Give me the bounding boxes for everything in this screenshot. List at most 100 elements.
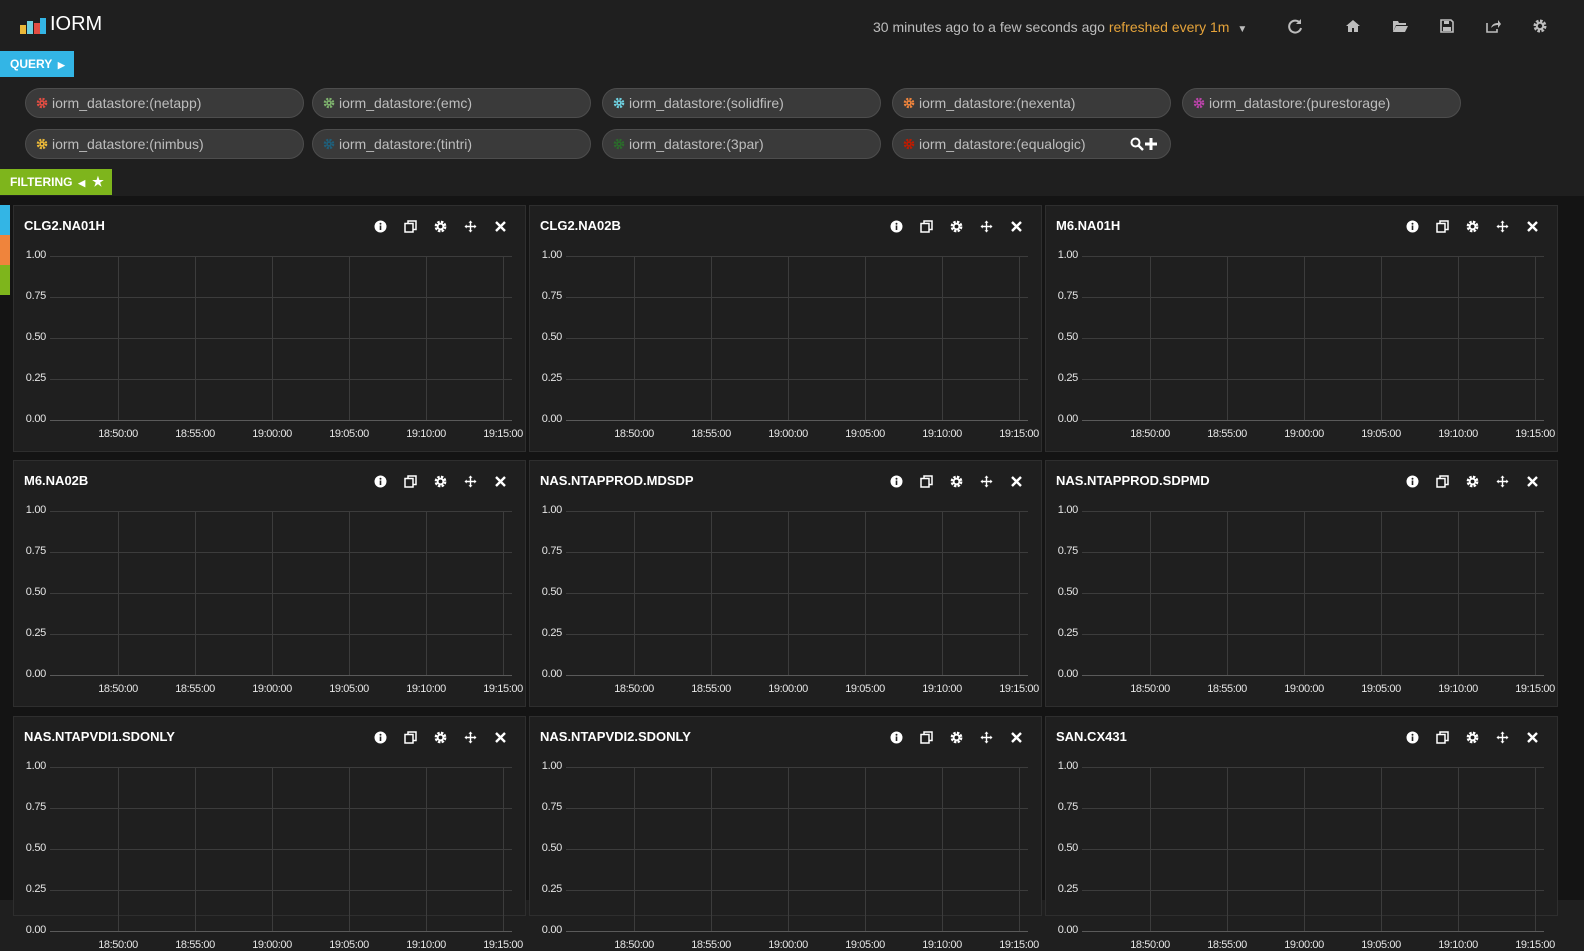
graph-plot-area[interactable]: 1.00 0.75 0.50 0.25 0.00 18:50:00 18:55:00 19:0… xyxy=(26,760,523,951)
graph-panel[interactable]: NAS.NTAPPROD.SDPMD 1.00 0.75 0.50 0.25 0.00 18… xyxy=(1045,460,1558,707)
panel-remove-button[interactable] xyxy=(1517,473,1547,489)
query-pill-label[interactable]: iorm_datastore:(purestorage) xyxy=(1209,95,1390,111)
panel-settings-button[interactable] xyxy=(941,729,971,745)
panel-info-button[interactable] xyxy=(365,218,395,234)
filtering-toggle-tab[interactable]: FILTERING ◀ ★ xyxy=(0,169,112,195)
panel-duplicate-button[interactable] xyxy=(911,473,941,489)
graph-plot-area[interactable]: 1.00 0.75 0.50 0.25 0.00 18:50:00 18:55:00 19:0… xyxy=(1058,504,1555,695)
panel-settings-button[interactable] xyxy=(425,218,455,234)
panel-duplicate-button[interactable] xyxy=(395,218,425,234)
panel-duplicate-button[interactable] xyxy=(1427,218,1457,234)
time-picker[interactable]: 30 minutes ago to a few seconds ago refr… xyxy=(873,19,1247,35)
caret-down-icon[interactable]: ▼ xyxy=(1237,24,1247,35)
query-color-gear-icon[interactable] xyxy=(1193,97,1205,109)
query-color-gear-icon[interactable] xyxy=(613,97,625,109)
search-icon[interactable] xyxy=(1130,137,1144,151)
panel-move-button[interactable] xyxy=(1487,218,1517,234)
query-pill-label[interactable]: iorm_datastore:(emc) xyxy=(339,95,472,111)
panel-move-button[interactable] xyxy=(971,729,1001,745)
panel-remove-button[interactable] xyxy=(1517,729,1547,745)
query-pill[interactable]: iorm_datastore:(3par) xyxy=(602,129,881,159)
graph-panel[interactable]: SAN.CX431 1.00 0.75 0.50 0.25 0.00 18:50:00 18:… xyxy=(1045,716,1558,951)
query-pill-label[interactable]: iorm_datastore:(3par) xyxy=(629,136,764,152)
panel-duplicate-button[interactable] xyxy=(395,473,425,489)
refresh-interval-label[interactable]: refreshed every 1m xyxy=(1109,19,1230,35)
graph-panel[interactable]: NAS.NTAPPROD.MDSDP 1.00 0.75 0.50 0.25 0.00 18… xyxy=(529,460,1042,707)
share-button[interactable] xyxy=(1483,16,1503,36)
query-pill-label[interactable]: iorm_datastore:(nimbus) xyxy=(52,136,204,152)
panel-move-button[interactable] xyxy=(455,473,485,489)
panel-title[interactable]: CLG2.NA01H xyxy=(24,218,105,233)
query-color-gear-icon[interactable] xyxy=(903,97,915,109)
panel-remove-button[interactable] xyxy=(1517,218,1547,234)
graph-plot-area[interactable]: 1.00 0.75 0.50 0.25 0.00 18:50:00 18:55:00 19:0… xyxy=(542,249,1039,440)
query-color-gear-icon[interactable] xyxy=(323,138,335,150)
panel-info-button[interactable] xyxy=(881,218,911,234)
panel-info-button[interactable] xyxy=(1397,473,1427,489)
panel-move-button[interactable] xyxy=(971,218,1001,234)
query-pill-label[interactable]: iorm_datastore:(nexenta) xyxy=(919,95,1075,111)
row-collapse-tab[interactable] xyxy=(0,235,10,265)
row-collapse-tab[interactable] xyxy=(0,265,10,295)
dashboard-title[interactable]: IORM xyxy=(50,13,102,36)
panel-move-button[interactable] xyxy=(455,218,485,234)
panel-info-button[interactable] xyxy=(881,473,911,489)
query-pill[interactable]: iorm_datastore:(tintri) xyxy=(312,129,591,159)
graph-plot-area[interactable]: 1.00 0.75 0.50 0.25 0.00 18:50:00 18:55:00 19:0… xyxy=(542,504,1039,695)
query-pill-label[interactable]: iorm_datastore:(equalogic) xyxy=(919,136,1086,152)
query-pill[interactable]: iorm_datastore:(emc) xyxy=(312,88,591,118)
query-color-gear-icon[interactable] xyxy=(323,97,335,109)
graph-panel[interactable]: M6.NA02B 1.00 0.75 0.50 0.25 0.00 18:50:00 18:5… xyxy=(13,460,526,707)
panel-info-button[interactable] xyxy=(365,729,395,745)
panel-settings-button[interactable] xyxy=(941,473,971,489)
panel-remove-button[interactable] xyxy=(1001,218,1031,234)
panel-settings-button[interactable] xyxy=(1457,218,1487,234)
panel-info-button[interactable] xyxy=(881,729,911,745)
panel-title[interactable]: M6.NA02B xyxy=(24,473,88,488)
panel-info-button[interactable] xyxy=(1397,218,1427,234)
panel-settings-button[interactable] xyxy=(425,729,455,745)
graph-panel[interactable]: CLG2.NA02B 1.00 0.75 0.50 0.25 0.00 18:50:00 18… xyxy=(529,205,1042,452)
panel-duplicate-button[interactable] xyxy=(911,729,941,745)
query-color-gear-icon[interactable] xyxy=(903,138,915,150)
query-pill-label[interactable]: iorm_datastore:(netapp) xyxy=(52,95,201,111)
add-query-icon[interactable] xyxy=(1144,137,1158,151)
graph-panel[interactable]: NAS.NTAPVDI2.SDONLY 1.00 0.75 0.50 0.25 0.00 1… xyxy=(529,716,1042,951)
panel-remove-button[interactable] xyxy=(485,218,515,234)
panel-title[interactable]: SAN.CX431 xyxy=(1056,729,1127,744)
panel-move-button[interactable] xyxy=(1487,473,1517,489)
query-pill[interactable]: iorm_datastore:(nexenta) xyxy=(892,88,1171,118)
graph-plot-area[interactable]: 1.00 0.75 0.50 0.25 0.00 18:50:00 18:55:00 19:0… xyxy=(1058,760,1555,951)
query-color-gear-icon[interactable] xyxy=(36,138,48,150)
panel-remove-button[interactable] xyxy=(1001,729,1031,745)
query-pill[interactable]: iorm_datastore:(netapp) xyxy=(25,88,304,118)
home-button[interactable] xyxy=(1343,16,1363,36)
panel-duplicate-button[interactable] xyxy=(395,729,425,745)
panel-move-button[interactable] xyxy=(971,473,1001,489)
query-color-gear-icon[interactable] xyxy=(613,138,625,150)
panel-title[interactable]: CLG2.NA02B xyxy=(540,218,621,233)
panel-duplicate-button[interactable] xyxy=(1427,729,1457,745)
panel-duplicate-button[interactable] xyxy=(911,218,941,234)
graph-plot-area[interactable]: 1.00 0.75 0.50 0.25 0.00 18:50:00 18:55:00 19:0… xyxy=(542,760,1039,951)
panel-title[interactable]: M6.NA01H xyxy=(1056,218,1120,233)
panel-settings-button[interactable] xyxy=(425,473,455,489)
row-collapse-tab[interactable] xyxy=(0,205,10,235)
panel-move-button[interactable] xyxy=(1487,729,1517,745)
panel-settings-button[interactable] xyxy=(1457,729,1487,745)
graph-panel[interactable]: NAS.NTAPVDI1.SDONLY 1.00 0.75 0.50 0.25 0.00 1… xyxy=(13,716,526,951)
save-dashboard-button[interactable] xyxy=(1437,16,1457,36)
panel-duplicate-button[interactable] xyxy=(1427,473,1457,489)
panel-info-button[interactable] xyxy=(365,473,395,489)
dashboard-settings-button[interactable] xyxy=(1530,16,1550,36)
query-toggle-tab[interactable]: QUERY ▶ xyxy=(0,51,74,77)
time-range-label[interactable]: 30 minutes ago to a few seconds ago xyxy=(873,19,1105,35)
graph-panel[interactable]: M6.NA01H 1.00 0.75 0.50 0.25 0.00 18:50:00 18:5… xyxy=(1045,205,1558,452)
query-pill-label[interactable]: iorm_datastore:(tintri) xyxy=(339,136,472,152)
panel-move-button[interactable] xyxy=(455,729,485,745)
query-pill[interactable]: iorm_datastore:(purestorage) xyxy=(1182,88,1461,118)
panel-title[interactable]: NAS.NTAPPROD.SDPMD xyxy=(1056,473,1210,488)
panel-remove-button[interactable] xyxy=(485,729,515,745)
panel-title[interactable]: NAS.NTAPVDI1.SDONLY xyxy=(24,729,175,744)
query-pill[interactable]: iorm_datastore:(nimbus) xyxy=(25,129,304,159)
